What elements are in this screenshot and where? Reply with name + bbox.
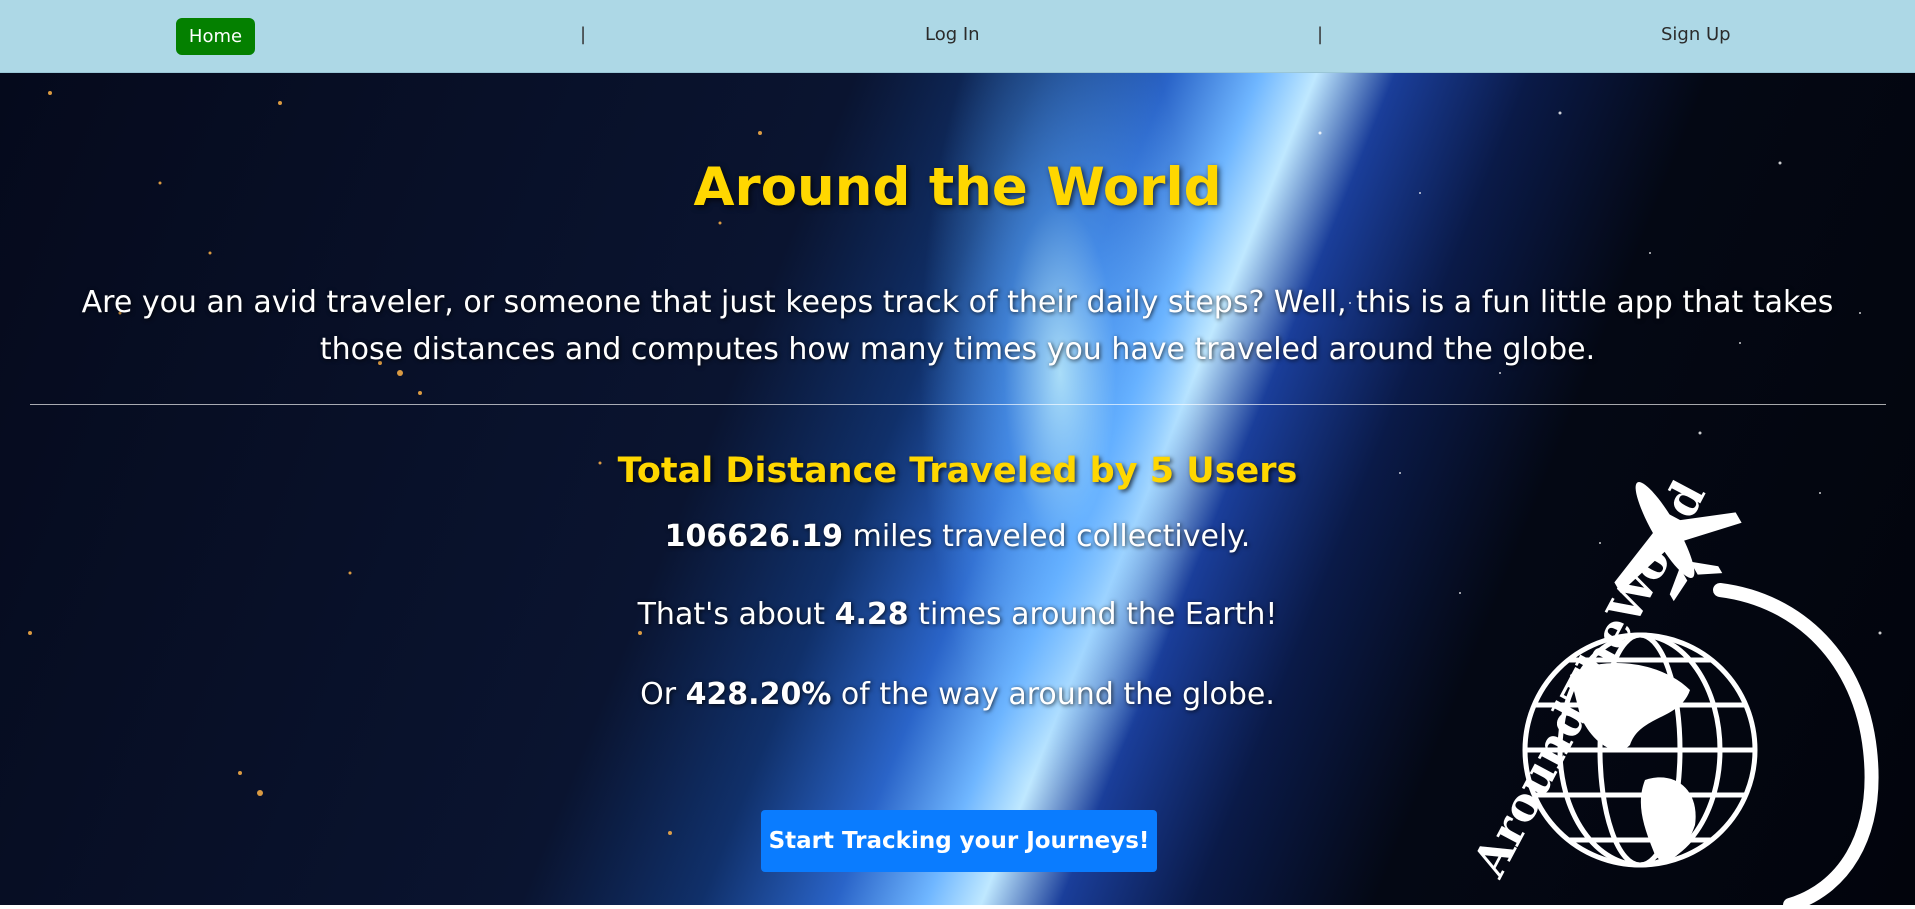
section-divider xyxy=(30,404,1886,405)
times-suffix: times around the Earth! xyxy=(908,597,1278,632)
percent-prefix: Or xyxy=(640,677,686,712)
miles-suffix: miles traveled collectively. xyxy=(843,519,1251,554)
page-title: Around the World xyxy=(693,157,1222,218)
nav-separator: | xyxy=(580,24,587,45)
start-tracking-button[interactable]: Start Tracking your Journeys! xyxy=(761,810,1157,872)
signup-link[interactable]: Sign Up xyxy=(1661,24,1731,45)
login-link[interactable]: Log In xyxy=(925,24,980,45)
nav-separator: | xyxy=(1317,24,1324,45)
times-prefix: That's about xyxy=(637,597,835,632)
intro-paragraph: Are you an avid traveler, or someone tha… xyxy=(81,285,1834,367)
logo-graphic: AroundTheWorld xyxy=(1462,472,1879,909)
top-navbar: Home | Log In | Sign Up xyxy=(0,0,1915,73)
miles-value: 106626.19 xyxy=(664,519,844,554)
airplane-globe-logo: AroundTheWorld xyxy=(1440,460,1915,909)
percent-value: 428.20% xyxy=(685,677,832,712)
times-value: 4.28 xyxy=(834,597,909,632)
home-button[interactable]: Home xyxy=(176,18,255,55)
percent-suffix: of the way around the globe. xyxy=(831,677,1275,712)
